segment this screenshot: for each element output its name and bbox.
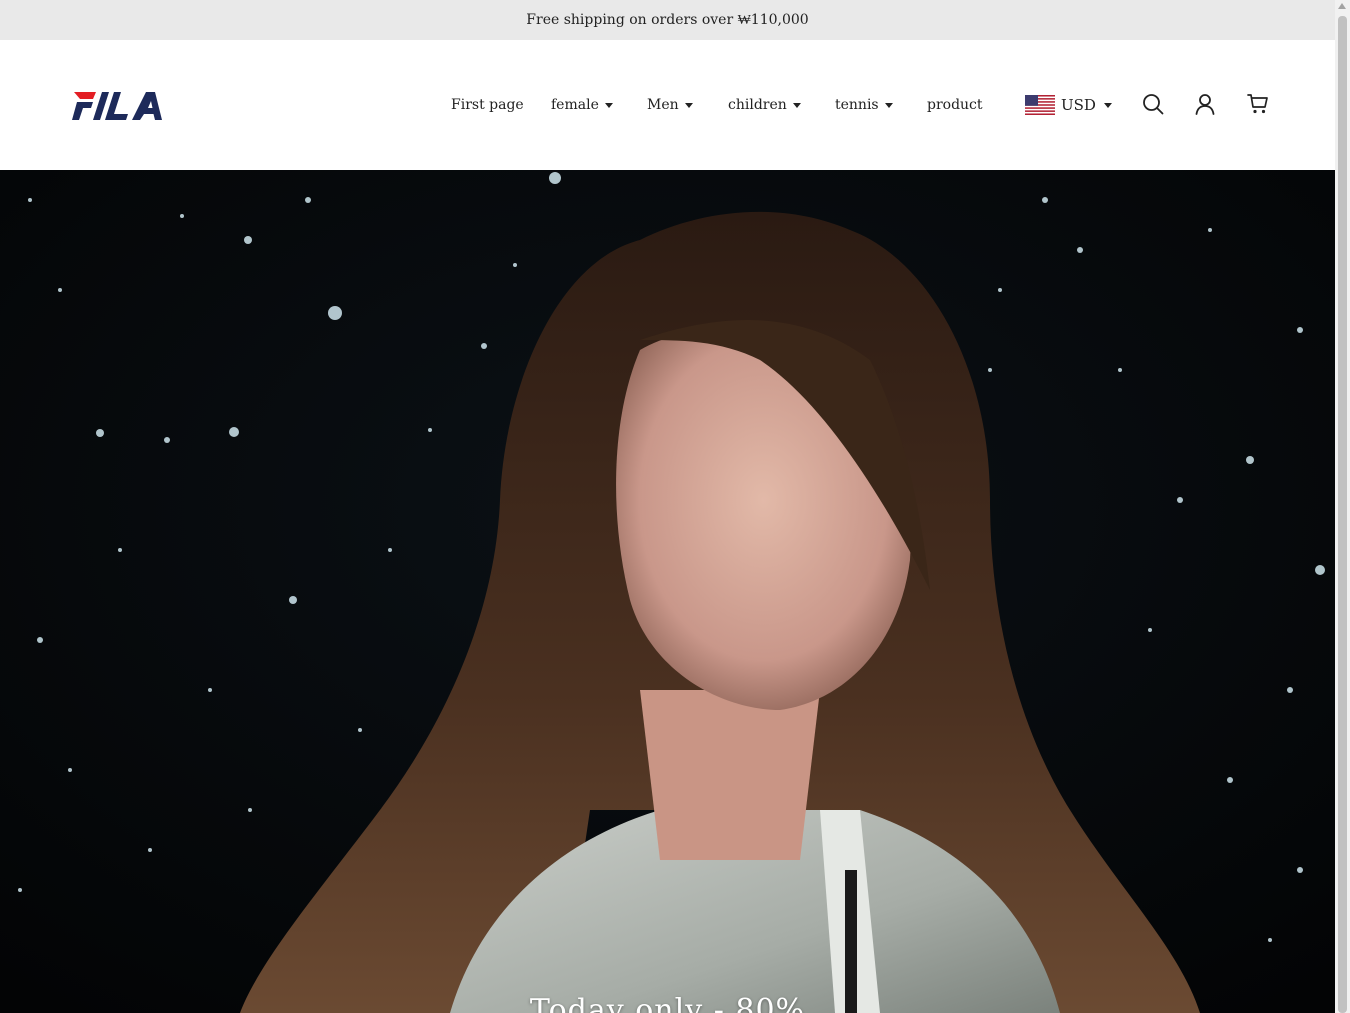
caret-down-icon xyxy=(884,102,893,108)
hero-caption: Today only - 80% xyxy=(529,993,806,1013)
hero-banner[interactable]: Today only - 80% xyxy=(0,170,1335,1013)
scroll-up-arrow-icon[interactable] xyxy=(1338,3,1346,9)
cart-icon xyxy=(1247,94,1268,114)
account-button[interactable] xyxy=(1193,92,1217,116)
nav-first-page[interactable]: First page xyxy=(451,93,524,117)
scrollbar-thumb[interactable] xyxy=(1338,16,1347,1013)
nav-label: product xyxy=(927,97,983,113)
announcement-bar: Free shipping on orders over ₩110,000 xyxy=(0,0,1335,40)
nav-tennis[interactable]: tennis xyxy=(835,93,893,117)
page: Free shipping on orders over ₩110,000 Fi… xyxy=(0,0,1335,1013)
currency-selector[interactable]: USD xyxy=(1025,93,1112,117)
cart-button[interactable] xyxy=(1246,92,1270,116)
caret-down-icon xyxy=(1103,102,1112,108)
fila-logo-icon xyxy=(72,92,162,120)
nav-label: Men xyxy=(647,97,679,113)
caret-down-icon xyxy=(792,102,801,108)
search-button[interactable] xyxy=(1141,92,1165,116)
nav-label: First page xyxy=(451,97,524,113)
nav-female[interactable]: female xyxy=(551,93,613,117)
announcement-text: Free shipping on orders over ₩110,000 xyxy=(526,11,809,28)
caret-down-icon xyxy=(684,102,693,108)
nav-product[interactable]: product xyxy=(927,93,983,117)
nav-children[interactable]: children xyxy=(728,93,801,117)
account-icon xyxy=(1195,94,1215,115)
currency-label: USD xyxy=(1061,96,1096,114)
hero-model-image xyxy=(0,170,1335,1013)
search-icon xyxy=(1143,94,1164,115)
caret-down-icon xyxy=(604,102,613,108)
nav-label: female xyxy=(551,97,599,113)
nav-label: children xyxy=(728,97,787,113)
nav-men[interactable]: Men xyxy=(647,93,693,117)
nav-label: tennis xyxy=(835,97,879,113)
site-header: First page female Men children tennis pr… xyxy=(0,40,1335,170)
us-flag-icon xyxy=(1025,95,1055,115)
fila-logo[interactable] xyxy=(72,89,164,121)
